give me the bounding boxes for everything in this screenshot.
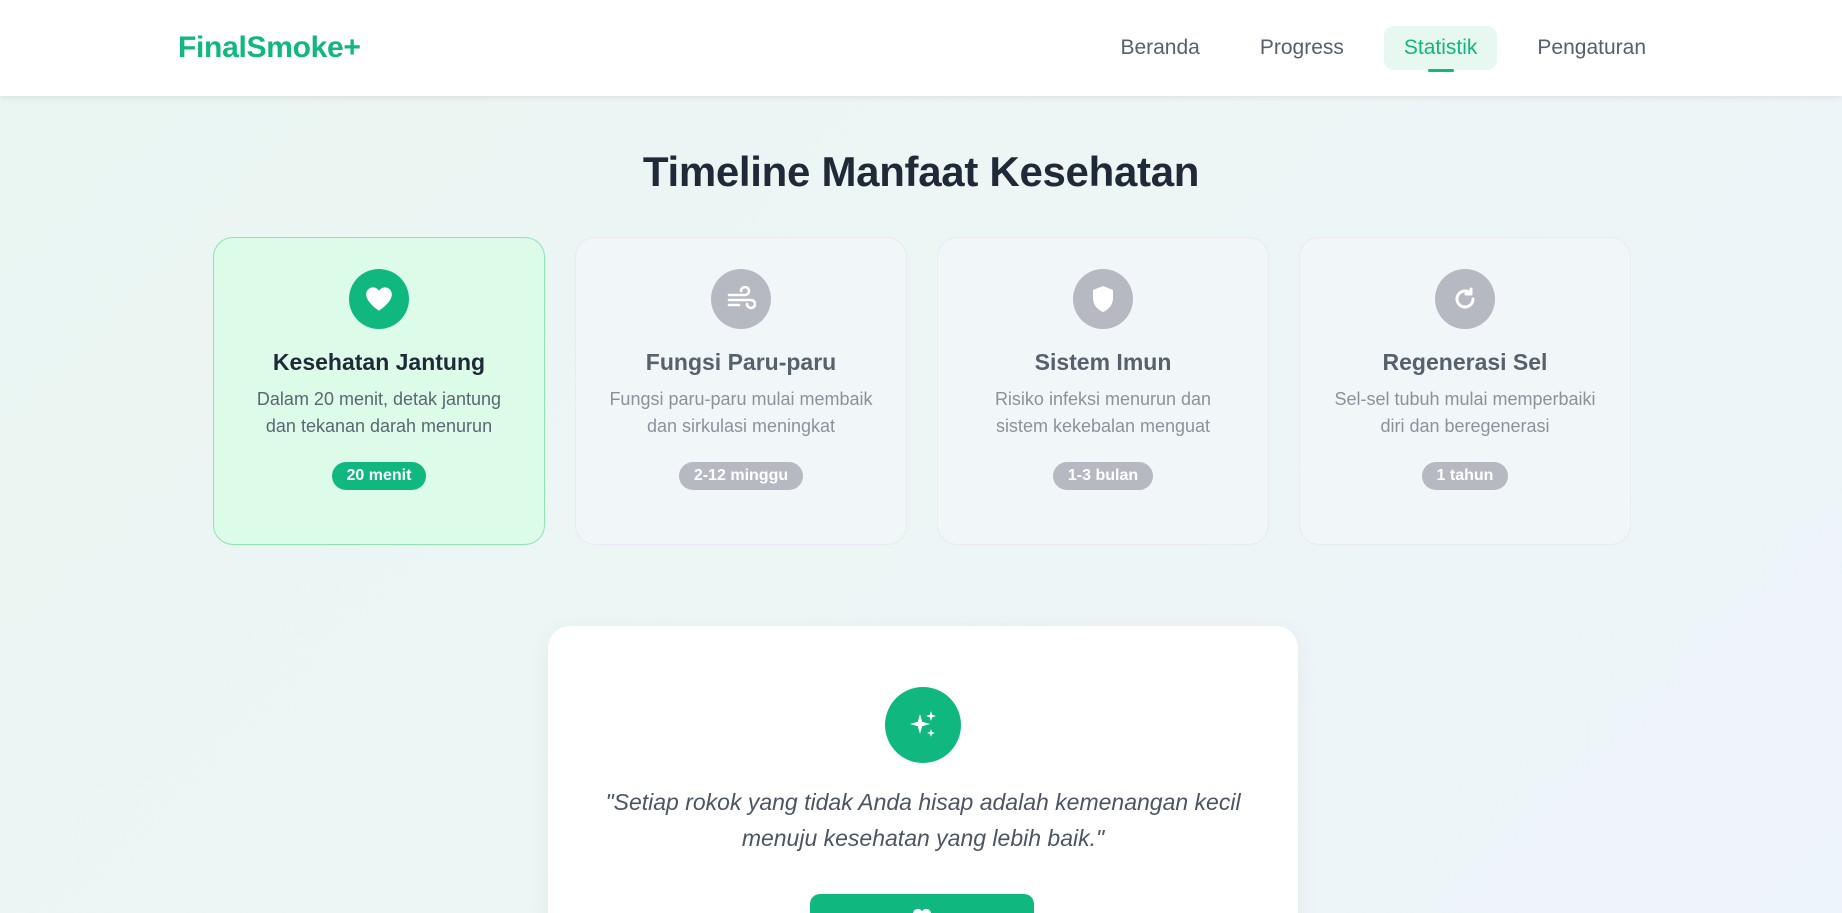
card-description: Dalam 20 menit, detak jantung dan tekana… — [256, 389, 502, 436]
time-badge: 20 menit — [331, 462, 427, 490]
main-nav: Beranda Progress Statistik Pengaturan — [1100, 26, 1666, 70]
benefit-card-immune[interactable]: Sistem Imun Risiko infeksi menurun dan s… — [937, 237, 1269, 545]
shield-icon — [1073, 269, 1133, 329]
brand-logo[interactable]: FinalSmoke+ — [178, 31, 361, 65]
time-badge: 1 tahun — [1421, 462, 1509, 490]
card-description: Risiko infeksi menurun dan sistem kekeba… — [994, 389, 1212, 436]
sparkles-icon — [885, 687, 961, 763]
nav-item-beranda[interactable]: Beranda — [1100, 26, 1219, 70]
time-badge: 2-12 minggu — [678, 462, 804, 490]
quote-action-button[interactable] — [810, 894, 1034, 913]
benefit-timeline: Kesehatan Jantung Dalam 20 menit, detak … — [213, 237, 1631, 545]
heart-icon — [912, 908, 932, 913]
benefit-card-heart[interactable]: Kesehatan Jantung Dalam 20 menit, detak … — [213, 237, 545, 545]
time-badge: 1-3 bulan — [1052, 462, 1154, 490]
nav-item-pengaturan[interactable]: Pengaturan — [1517, 26, 1666, 70]
card-title: Sistem Imun — [1034, 349, 1172, 375]
quote-text: "Setiap rokok yang tidak Anda hisap adal… — [605, 789, 1241, 851]
card-description: Fungsi paru-paru mulai membaik dan sirku… — [609, 389, 873, 436]
nav-item-progress[interactable]: Progress — [1240, 26, 1364, 70]
refresh-icon — [1435, 269, 1495, 329]
heart-icon — [349, 269, 409, 329]
top-navbar: FinalSmoke+ Beranda Progress Statistik P… — [0, 0, 1842, 96]
card-title: Regenerasi Sel — [1382, 349, 1548, 375]
benefit-card-cells[interactable]: Regenerasi Sel Sel-sel tubuh mulai mempe… — [1299, 237, 1631, 545]
card-title: Kesehatan Jantung — [272, 349, 486, 375]
card-title: Fungsi Paru-paru — [645, 349, 837, 375]
wind-icon — [711, 269, 771, 329]
motivation-quote-card: "Setiap rokok yang tidak Anda hisap adal… — [548, 626, 1298, 913]
nav-item-statistik[interactable]: Statistik — [1383, 26, 1498, 70]
benefit-card-lungs[interactable]: Fungsi Paru-paru Fungsi paru-paru mulai … — [575, 237, 907, 545]
card-description: Sel-sel tubuh mulai memperbaiki diri dan… — [1334, 389, 1596, 436]
page-title: Timeline Manfaat Kesehatan — [642, 148, 1200, 195]
